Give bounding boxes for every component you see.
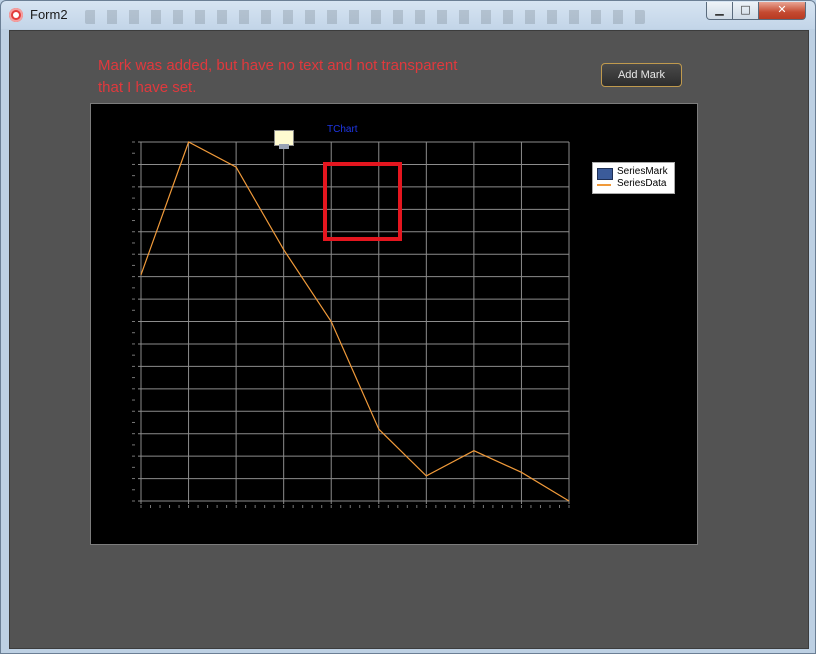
legend-label-seriesdata: SeriesData xyxy=(617,178,667,189)
legend-line-seriesdata xyxy=(597,184,611,186)
series-mark-pointer xyxy=(279,144,289,149)
annotation-line-2: that I have set. xyxy=(98,79,197,96)
title-bar[interactable]: Form2 ▁ □ ✕ xyxy=(1,1,815,29)
add-mark-button[interactable]: Add Mark xyxy=(601,63,682,87)
legend-label-seriesmark: SeriesMark xyxy=(617,166,668,177)
chart-legend[interactable]: SeriesMark SeriesData xyxy=(592,162,675,194)
app-window: Form2 ▁ □ ✕ Mark was added, but have no … xyxy=(0,0,816,654)
close-button[interactable]: ✕ xyxy=(758,2,806,20)
form-client-area: Mark was added, but have no text and not… xyxy=(9,30,809,649)
minimize-button[interactable]: ▁ xyxy=(706,2,733,20)
legend-swatch-seriesmark xyxy=(597,168,613,180)
maximize-button[interactable]: □ xyxy=(732,2,759,20)
window-title: Form2 xyxy=(30,7,68,22)
tchart-panel[interactable]: TChart SeriesMark SeriesData xyxy=(90,103,698,545)
highlight-box xyxy=(323,162,402,241)
app-icon xyxy=(9,8,23,22)
annotation-note: Mark was added, but have no text and not… xyxy=(98,55,518,99)
chart-title: TChart xyxy=(327,124,358,135)
annotation-line-1: Mark was added, but have no text and not… xyxy=(98,57,458,74)
background-toolbar xyxy=(85,10,645,24)
